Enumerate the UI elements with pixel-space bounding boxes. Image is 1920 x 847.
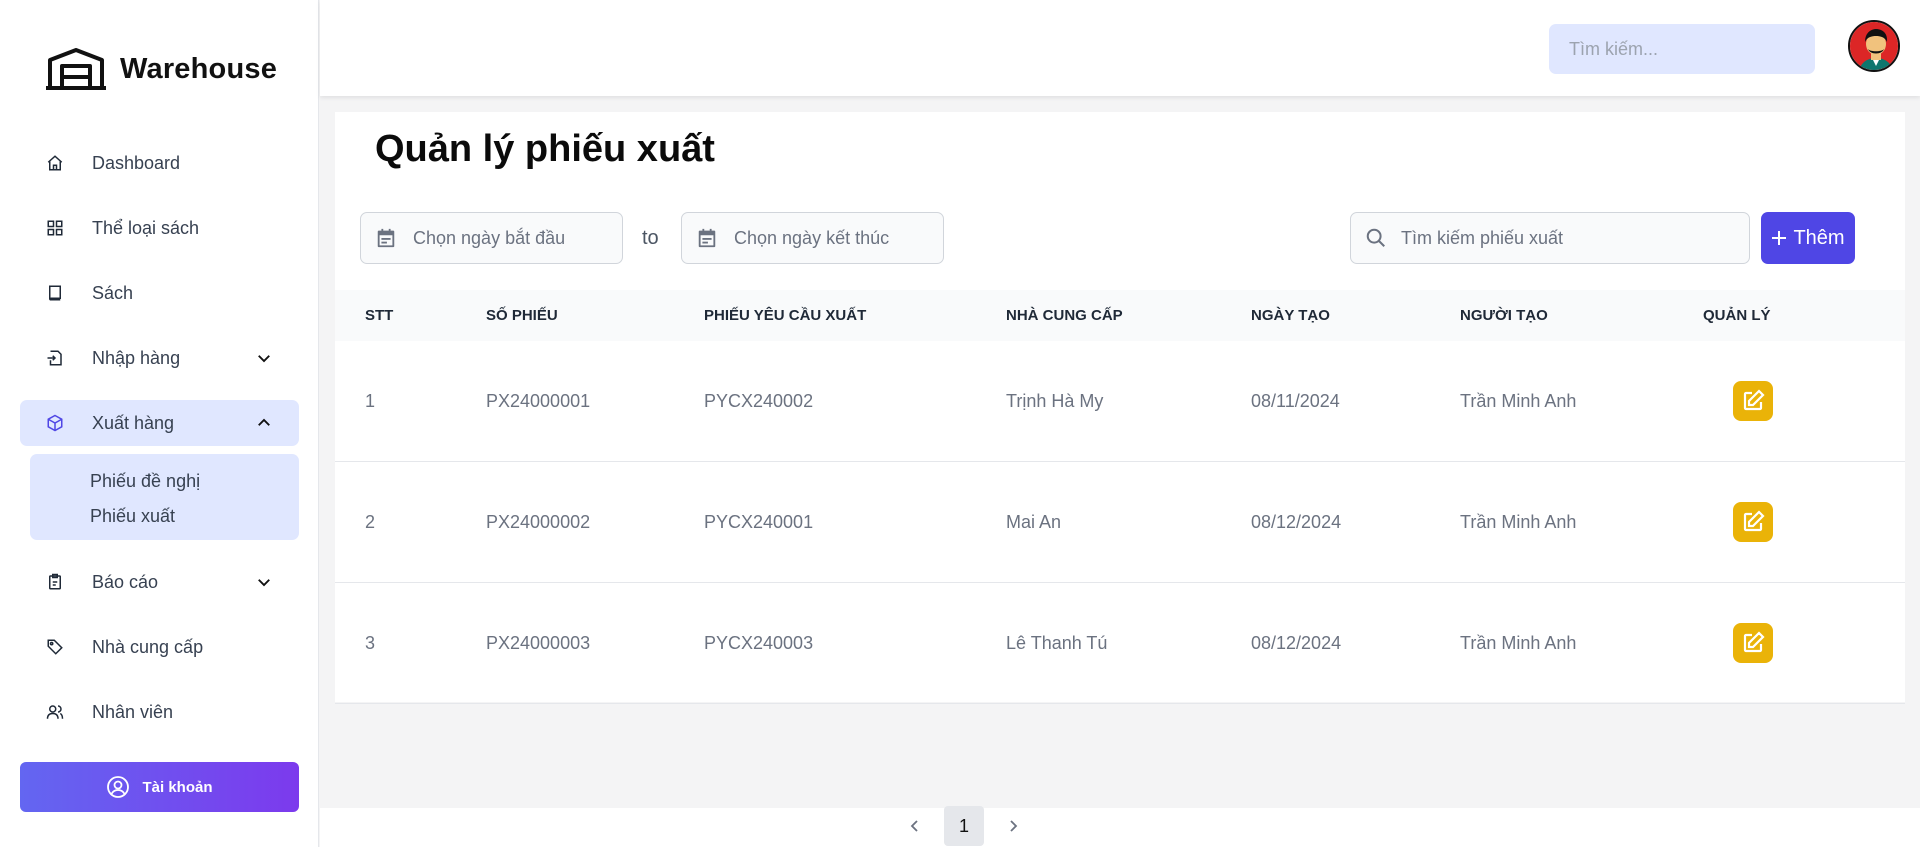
user-circle-icon — [107, 776, 130, 798]
sidebar-nav: Dashboard Thể loại sách Sách Nhập hàng X… — [20, 140, 299, 754]
chevron-left-icon — [910, 820, 918, 832]
slip-search-box — [1350, 212, 1750, 264]
sidebar-item-label: Sách — [92, 282, 134, 303]
row-index: 3 — [365, 632, 376, 653]
add-button[interactable]: Thêm — [1761, 212, 1855, 264]
supplier-name: Mai An — [1006, 511, 1062, 532]
sidebar-item-label: Thể loại sách — [92, 217, 200, 238]
table-row[interactable]: 3 PX24000003 PYCX240003 Lê Thanh Tú 08/1… — [335, 583, 1905, 704]
calendar-icon — [698, 228, 716, 248]
end-date-picker[interactable]: Chọn ngày kết thúc — [681, 212, 944, 264]
grid-icon — [46, 219, 64, 237]
supplier-name: Lê Thanh Tú — [1006, 632, 1108, 653]
export-slips-table: STT Số phiếu Phiếu yêu cầu xuất Nhà cung… — [335, 290, 1905, 704]
pagination-bar — [320, 808, 1920, 847]
edit-button[interactable] — [1733, 623, 1773, 663]
table-row[interactable]: 1 PX24000001 PYCX240002 Trịnh Hà My 08/1… — [335, 341, 1905, 462]
start-date-picker[interactable]: Chọn ngày bắt đầu — [360, 212, 623, 264]
request-number: PYCX240001 — [704, 511, 814, 532]
submenu-item-export-slip[interactable]: Phiếu xuất — [30, 499, 299, 534]
supplier-name: Trịnh Hà My — [1006, 390, 1104, 411]
sidebar-item-staff[interactable]: Nhân viên — [20, 689, 299, 735]
sidebar-item-label: Nhân viên — [92, 701, 174, 722]
export-submenu: Phiếu đề nghị Phiếu xuất — [30, 454, 299, 540]
pagination: 1 — [900, 806, 1028, 846]
request-number: PYCX240002 — [704, 390, 814, 411]
calendar-icon — [377, 228, 395, 248]
row-index: 2 — [365, 511, 376, 532]
edit-icon — [1743, 389, 1765, 411]
plus-icon — [1772, 231, 1787, 245]
brand-name: Warehouse — [120, 52, 278, 85]
page-title: Quản lý phiếu xuất — [375, 128, 715, 170]
column-header: Phiếu yêu cầu xuất — [704, 307, 867, 324]
sidebar-item-label: Báo cáo — [92, 571, 159, 592]
page-number[interactable]: 1 — [944, 806, 984, 846]
date-range-separator: to — [642, 227, 659, 249]
global-search-input[interactable] — [1549, 24, 1815, 74]
creator-name: Trần Minh Anh — [1460, 390, 1577, 411]
account-label: Tài khoản — [142, 778, 213, 796]
home-icon — [46, 154, 64, 172]
sidebar-item-export[interactable]: Xuất hàng — [20, 400, 299, 446]
tag-icon — [46, 638, 64, 656]
sidebar-item-books[interactable]: Sách — [20, 270, 299, 316]
slip-number: PX24000002 — [486, 511, 591, 532]
request-number: PYCX240003 — [704, 632, 814, 653]
submenu-item-request[interactable]: Phiếu đề nghị — [30, 464, 299, 499]
creator-name: Trần Minh Anh — [1460, 632, 1577, 653]
edit-button[interactable] — [1733, 502, 1773, 542]
row-index: 1 — [365, 390, 376, 411]
sidebar-item-label: Nhập hàng — [92, 347, 181, 368]
report-icon — [46, 573, 64, 591]
created-date: 08/11/2024 — [1251, 390, 1340, 411]
topbar — [320, 0, 1920, 96]
column-header: Số phiếu — [486, 307, 558, 324]
created-date: 08/12/2024 — [1251, 632, 1342, 653]
chevron-right-icon — [1010, 820, 1018, 832]
column-header: STT — [365, 307, 394, 324]
column-header: Ngày tạo — [1251, 307, 1330, 324]
column-header: Người tạo — [1460, 307, 1548, 324]
next-page-button[interactable] — [998, 806, 1028, 846]
sidebar-item-label: Xuất hàng — [92, 412, 175, 433]
users-icon — [46, 703, 64, 721]
slip-number: PX24000003 — [486, 632, 591, 653]
slip-number: PX24000001 — [486, 390, 591, 411]
add-label: Thêm — [1793, 226, 1845, 249]
sidebar-item-reports[interactable]: Báo cáo — [20, 559, 299, 605]
edit-icon — [1743, 631, 1765, 653]
prev-page-button[interactable] — [900, 806, 930, 846]
sidebar-item-label: Nhà cung cấp — [92, 636, 204, 657]
search-icon — [1366, 228, 1385, 247]
column-header: Quản lý — [1703, 307, 1771, 324]
account-button[interactable]: Tài khoản — [20, 762, 299, 812]
table-row[interactable]: 2 PX24000002 PYCX240001 Mai An 08/12/202… — [335, 462, 1905, 583]
edit-button[interactable] — [1733, 381, 1773, 421]
book-icon — [46, 284, 64, 302]
start-date-placeholder: Chọn ngày bắt đầu — [413, 227, 566, 248]
box-icon — [46, 414, 64, 432]
sidebar-item-dashboard[interactable]: Dashboard — [20, 140, 299, 186]
sidebar-item-label: Dashboard — [92, 152, 181, 173]
brand[interactable]: Warehouse — [46, 48, 277, 90]
slip-search-input[interactable] — [1401, 227, 1741, 249]
chevron-down-icon — [255, 349, 273, 367]
sidebar-item-suppliers[interactable]: Nhà cung cấp — [20, 624, 299, 670]
chevron-up-icon — [255, 414, 273, 432]
sidebar-item-categories[interactable]: Thể loại sách — [20, 205, 299, 251]
sidebar-item-import[interactable]: Nhập hàng — [20, 335, 299, 381]
table-header: STT Số phiếu Phiếu yêu cầu xuất Nhà cung… — [335, 290, 1905, 341]
warehouse-icon — [46, 48, 106, 90]
created-date: 08/12/2024 — [1251, 511, 1342, 532]
chevron-down-icon — [255, 573, 273, 591]
sidebar: Warehouse Dashboard Thể loại sách Sách N… — [0, 0, 319, 847]
column-header: Nhà cung cấp — [1006, 307, 1123, 324]
export-slips-panel: Quản lý phiếu xuất Chọn ngày bắt đầu to … — [335, 112, 1905, 704]
edit-icon — [1743, 510, 1765, 532]
import-icon — [46, 349, 64, 367]
avatar[interactable] — [1848, 20, 1900, 72]
creator-name: Trần Minh Anh — [1460, 511, 1577, 532]
end-date-placeholder: Chọn ngày kết thúc — [734, 227, 890, 248]
